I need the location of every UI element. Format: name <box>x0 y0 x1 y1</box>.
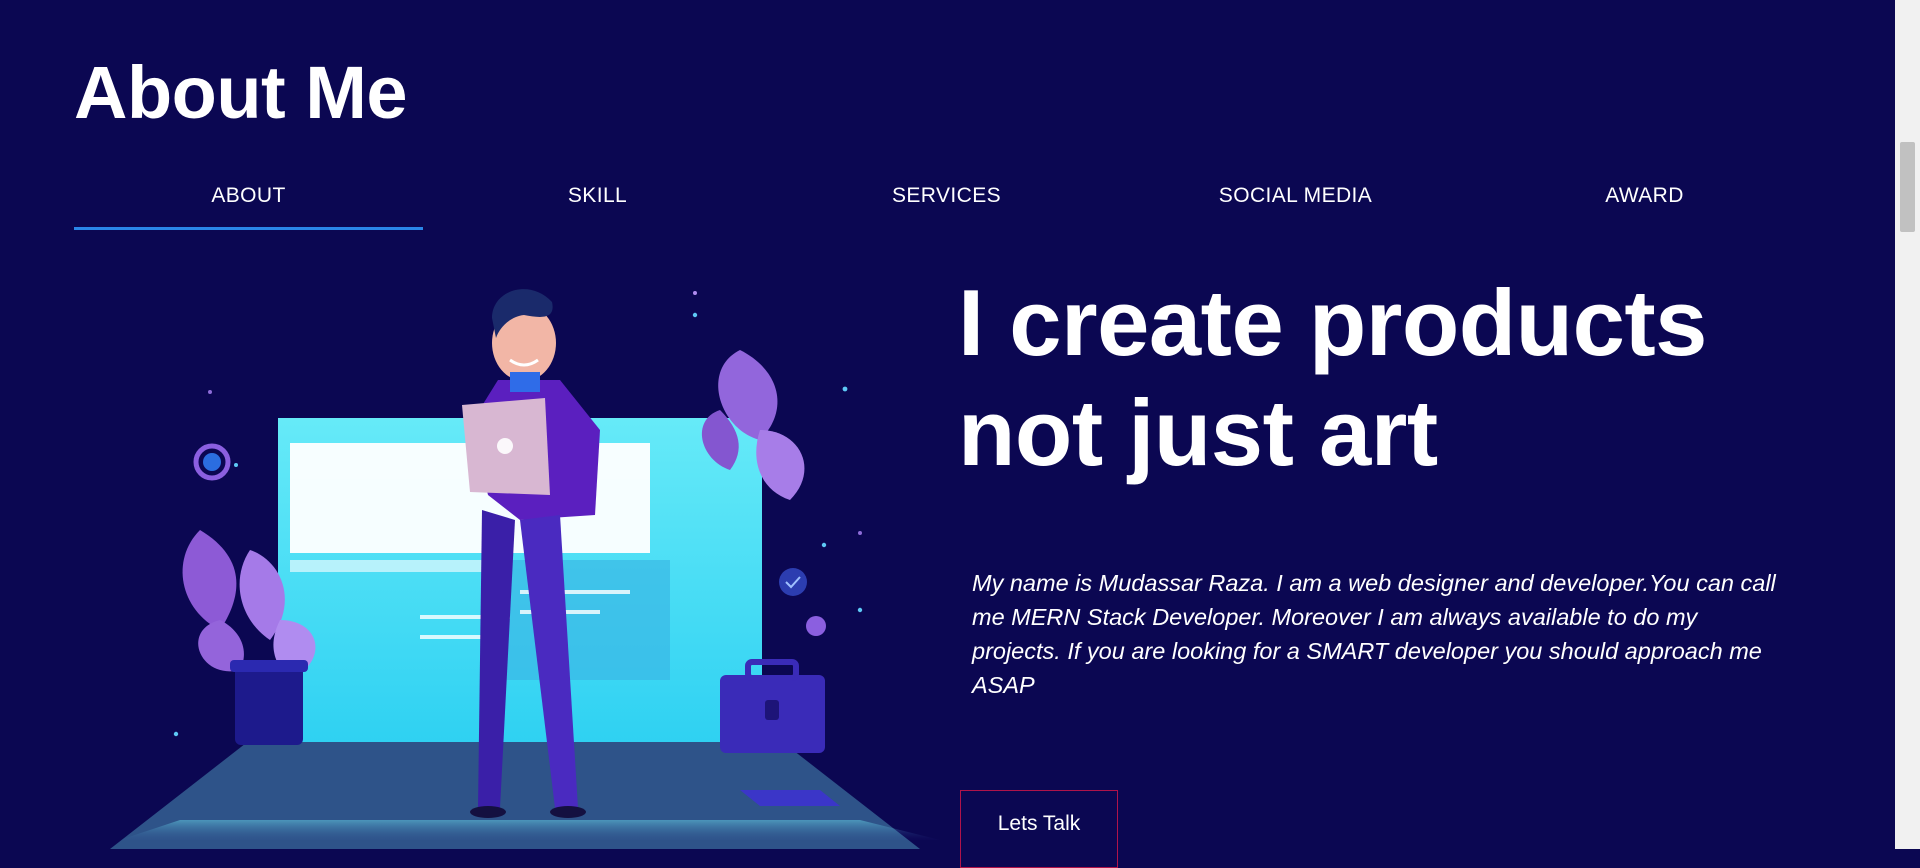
tab-services[interactable]: SERVICES <box>772 170 1121 230</box>
briefcase-icon <box>720 659 825 753</box>
about-section: About Me ABOUT SKILL SERVICES SOCIAL MED… <box>0 0 1895 868</box>
check-badge-icon <box>779 568 807 596</box>
headline-line-1: I create products <box>958 270 1707 375</box>
headline-line-2: not just art <box>958 380 1438 485</box>
tab-skill[interactable]: SKILL <box>423 170 772 230</box>
tab-bar: ABOUT SKILL SERVICES SOCIAL MEDIA AWARD <box>74 170 1819 230</box>
bio-text: My name is Mudassar Raza. I am a web des… <box>972 570 1776 698</box>
tab-about[interactable]: ABOUT <box>74 170 423 230</box>
scrollbar-thumb[interactable] <box>1900 142 1915 232</box>
page-title: About Me <box>74 51 408 134</box>
developer-illustration <box>110 289 940 849</box>
hero-headline: I create products not just art <box>958 268 1707 488</box>
lets-talk-button[interactable]: Lets Talk <box>960 790 1118 868</box>
scrollbar[interactable] <box>1895 0 1920 849</box>
tab-social-media[interactable]: SOCIAL MEDIA <box>1121 170 1470 230</box>
tab-award[interactable]: AWARD <box>1470 170 1819 230</box>
